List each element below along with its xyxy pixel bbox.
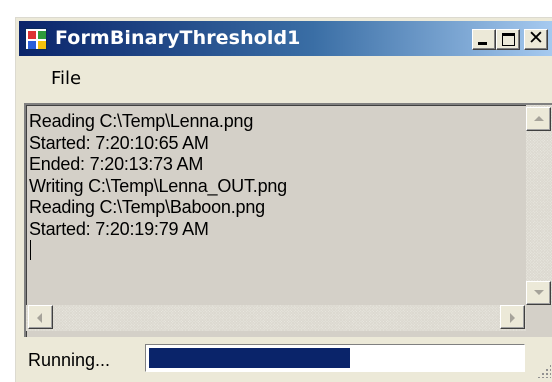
maximize-button[interactable] bbox=[496, 29, 520, 50]
log-line: Ended: 7:20:13:73 AM bbox=[29, 154, 204, 174]
scroll-down-button[interactable] bbox=[526, 281, 551, 305]
log-textbox[interactable]: Reading C:\Temp\Lenna.png Started: 7:20:… bbox=[24, 103, 552, 337]
app-icon[interactable] bbox=[25, 28, 47, 50]
arrow-left-icon bbox=[37, 313, 42, 323]
log-line: Started: 7:20:10:65 AM bbox=[29, 132, 209, 153]
arrow-up-icon bbox=[534, 116, 544, 121]
progress-bar bbox=[145, 344, 525, 372]
resize-grip-icon[interactable] bbox=[537, 364, 551, 378]
status-strip: Running... bbox=[15, 339, 552, 382]
vertical-scrollbar[interactable] bbox=[526, 105, 552, 305]
text-caret bbox=[30, 240, 31, 260]
minimize-button[interactable] bbox=[472, 29, 496, 50]
arrow-right-icon bbox=[510, 313, 515, 323]
log-line: Reading C:\Temp\Baboon.png bbox=[29, 197, 265, 217]
log-lines: Reading C:\Temp\Lenna.png Started: 7:20:… bbox=[29, 111, 519, 260]
log-line: Started: 7:20:19:79 AM bbox=[29, 218, 209, 239]
window-title: FormBinaryThreshold1 bbox=[55, 27, 301, 49]
close-icon: ✕ bbox=[528, 27, 544, 49]
close-button[interactable]: ✕ bbox=[524, 27, 548, 50]
scroll-right-button[interactable] bbox=[500, 305, 525, 329]
menu-bar: File bbox=[15, 62, 552, 95]
scroll-up-button[interactable] bbox=[526, 107, 551, 131]
log-line: Writing C:\Temp\Lenna_OUT.png bbox=[29, 175, 287, 196]
menu-item-file[interactable]: File bbox=[51, 68, 81, 89]
status-label: Running... bbox=[28, 350, 111, 370]
title-bar[interactable]: FormBinaryThreshold1 ✕ bbox=[19, 21, 552, 56]
form-window: FormBinaryThreshold1 ✕ File Reading C:\T… bbox=[14, 16, 552, 382]
scrollbar-corner bbox=[526, 305, 552, 331]
scroll-left-button[interactable] bbox=[28, 305, 53, 329]
log-line: Reading C:\Temp\Lenna.png bbox=[29, 111, 254, 131]
progress-fill bbox=[149, 348, 350, 368]
horizontal-scrollbar[interactable] bbox=[26, 305, 526, 331]
arrow-down-icon bbox=[534, 290, 544, 295]
